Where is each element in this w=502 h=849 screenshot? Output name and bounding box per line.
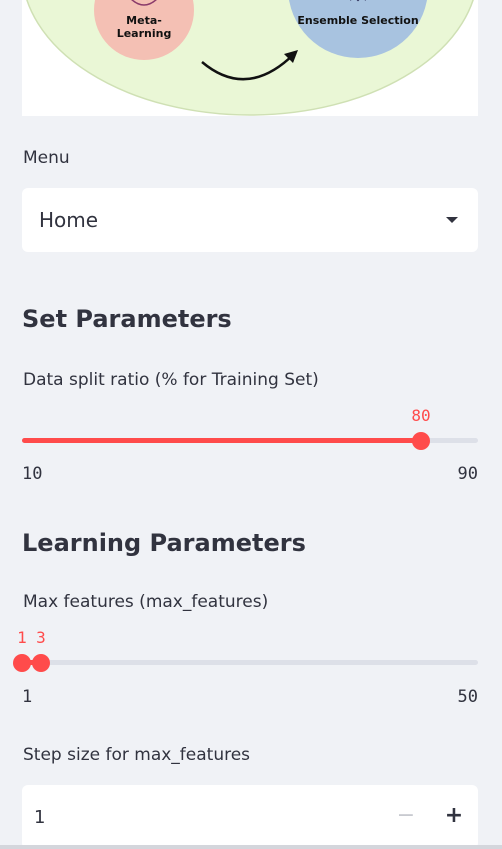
slider-thumb[interactable] [412, 432, 430, 450]
slider-thumb-low[interactable] [13, 654, 31, 672]
max-features-low-value: 1 [17, 628, 27, 647]
max-features-min: 1 [22, 687, 33, 707]
slider-track[interactable] [22, 660, 478, 665]
divider [0, 845, 502, 849]
split-ratio-min: 10 [22, 464, 43, 484]
meta-learning-label: Meta-Learning [116, 14, 172, 40]
step-size-stepper: − + [22, 785, 478, 849]
max-features-label: Max features (max_features) [23, 592, 269, 612]
sidebar: Meta-Learning Ensemble Selection Menu Ho… [0, 0, 502, 849]
menu-select[interactable]: Home [22, 188, 478, 252]
ensemble-selection-label: Ensemble Selection [297, 14, 419, 27]
menu-label: Menu [23, 148, 70, 168]
slider-thumb-high[interactable] [32, 654, 50, 672]
split-ratio-label: Data split ratio (% for Training Set) [23, 370, 319, 390]
diagram-image: Meta-Learning Ensemble Selection [22, 0, 478, 116]
slider-fill [22, 438, 421, 443]
max-features-max: 50 [457, 687, 478, 707]
split-ratio-max: 90 [457, 464, 478, 484]
step-size-label: Step size for max_features [23, 745, 251, 765]
set-parameters-heading: Set Parameters [22, 305, 232, 333]
learning-parameters-heading: Learning Parameters [22, 529, 306, 557]
menu-selected-value: Home [39, 208, 99, 232]
increment-button[interactable]: + [436, 799, 472, 833]
step-size-input[interactable] [22, 785, 382, 849]
split-ratio-value: 80 [411, 406, 431, 425]
max-features-slider[interactable] [13, 652, 478, 672]
split-ratio-slider[interactable] [22, 430, 478, 450]
chevron-down-icon[interactable] [446, 217, 458, 223]
decrement-button[interactable]: − [388, 799, 424, 833]
max-features-high-value: 3 [36, 628, 46, 647]
